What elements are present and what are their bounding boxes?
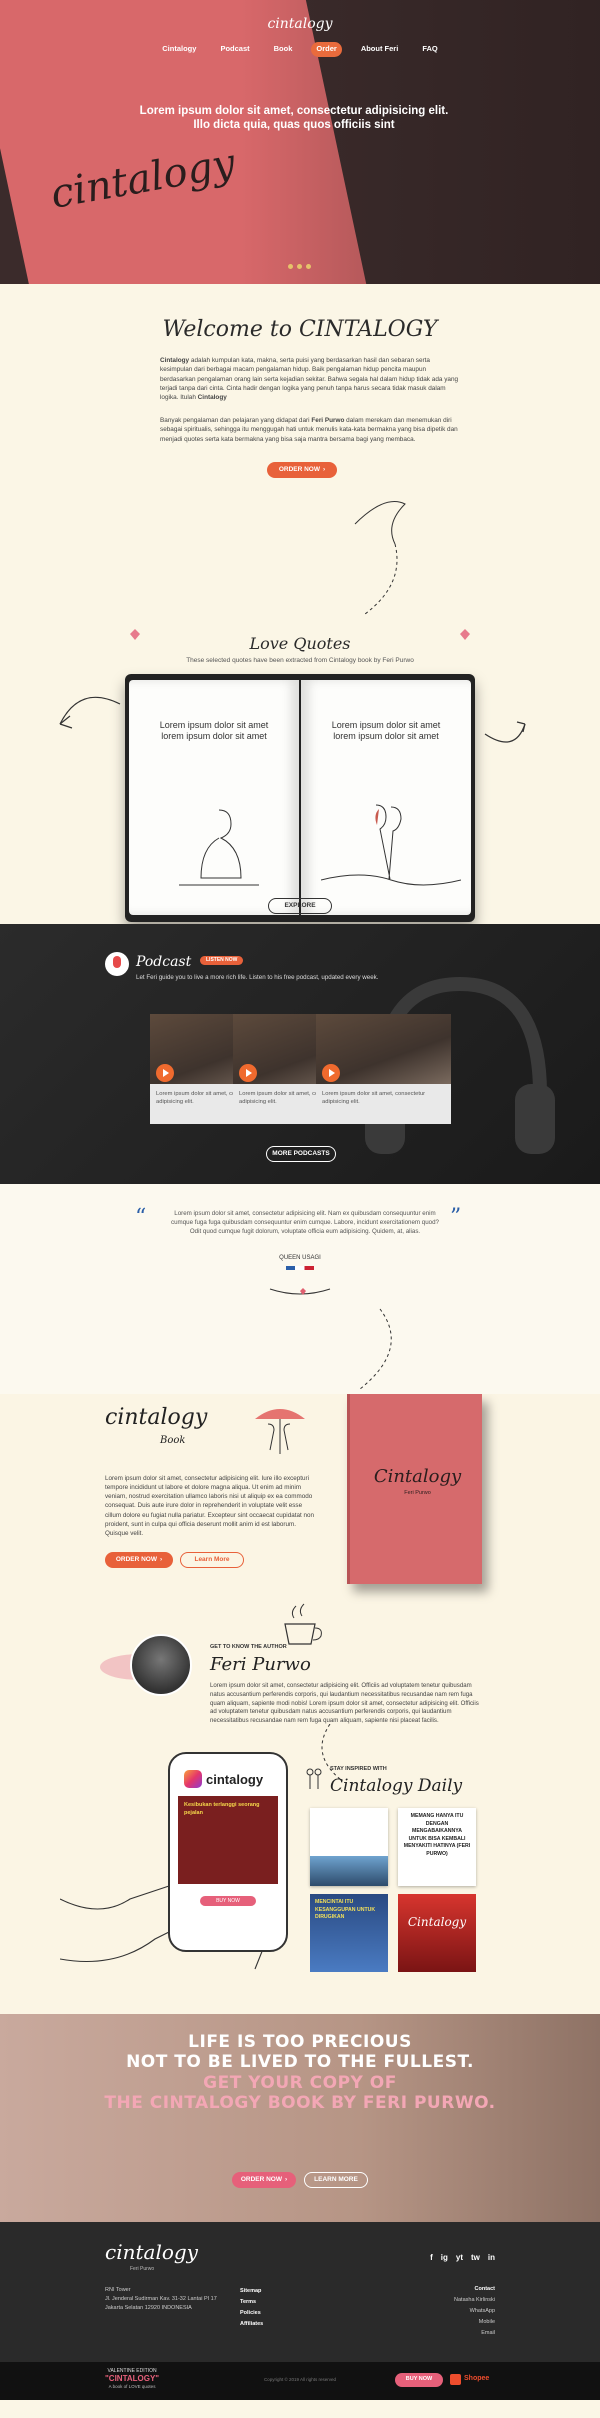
book-cover-title: Cintalogy: [373, 1466, 462, 1487]
book-description: Lorem ipsum dolor sit amet, consectetur …: [105, 1475, 314, 1537]
youtube-icon[interactable]: yt: [456, 2252, 463, 2264]
play-icon[interactable]: [156, 1064, 174, 1082]
nav-item-order[interactable]: Order: [311, 42, 342, 57]
welcome-order-button[interactable]: ORDER NOW ›: [267, 462, 337, 478]
left-page-quote: Lorem ipsum dolor sit amet lorem ipsum d…: [159, 720, 269, 741]
couple-small-icon: [306, 1768, 322, 1789]
book-order-button[interactable]: ORDER NOW ›: [105, 1552, 173, 1568]
nav-item-book[interactable]: Book: [269, 42, 298, 57]
quote-text: Lorem ipsum dolor sit amet, consectetur …: [171, 1210, 439, 1235]
arrow-right-icon: ›: [160, 1556, 163, 1564]
open-quote-icon: “: [135, 1205, 147, 1230]
flag-icon: [286, 1266, 314, 1270]
daily-tile-2[interactable]: MEMANG HANYA ITU DENGAN MENGABAIKANNYA U…: [398, 1808, 476, 1886]
phone-buy-button[interactable]: BUY NOW: [200, 1896, 256, 1906]
umbrella-couple-icon: [255, 1409, 305, 1454]
podcast-badge[interactable]: LISTEN NOW: [200, 956, 244, 966]
phone-mockup: cintalogy Kesibukan terlanggi seorang pe…: [168, 1752, 288, 1952]
daily-tile-3[interactable]: MENCINTAI ITU KESANGGUPAN UNTUK DIRUGIKA…: [310, 1894, 388, 1972]
book-cover-author: Feri Purwo: [404, 1490, 431, 1496]
book-sub: Book: [160, 1435, 186, 1446]
nav-item-cintalogy[interactable]: Cintalogy: [157, 42, 201, 57]
footer-link-sitemap[interactable]: Sitemap: [240, 2286, 263, 2297]
bottom-bar: VALENTINE EDITION "CINTALOGY" A book of …: [0, 2362, 600, 2400]
hero-headline: Lorem ipsum dolor sit amet, consectetur …: [139, 105, 449, 132]
author-bio: Lorem ipsum dolor sit amet, consectetur …: [210, 1682, 479, 1725]
nav-item-about[interactable]: About Feri: [356, 42, 404, 57]
quote-author: QUEEN USAGI: [279, 1255, 321, 1261]
linkedin-icon[interactable]: in: [488, 2252, 495, 2264]
hero-section: cintalogy Cintalogy Podcast Book Order A…: [0, 0, 600, 284]
footer-link-policies[interactable]: Policies: [240, 2308, 263, 2319]
book-right-page: Lorem ipsum dolor sit amet lorem ipsum d…: [301, 680, 471, 915]
copyright: Copyright © 2019 All rights reserved: [263, 2377, 337, 2382]
instagram-icon[interactable]: ig: [441, 2252, 448, 2264]
footer-links: Sitemap Terms Policies Affiliates: [240, 2286, 263, 2330]
open-book: Lorem ipsum dolor sit amet lorem ipsum d…: [125, 674, 475, 922]
hugging-couple-icon: [321, 804, 461, 886]
phone-post[interactable]: Kesibukan terlanggi seorang pejalan: [178, 1796, 278, 1884]
daily-kicker: STAY INSPIRED WITH: [330, 1766, 387, 1772]
author-kicker: GET TO KNOW THE AUTHOR: [210, 1644, 287, 1650]
slogan-order-button[interactable]: ORDER NOW ›: [232, 2172, 296, 2188]
love-quotes-subtitle: These selected quotes have been extracte…: [186, 657, 414, 664]
podcast-section: Podcast LISTEN NOW Let Feri guide you to…: [0, 924, 600, 1184]
daily-title: Cintalogy Daily: [330, 1776, 463, 1796]
author-name: Feri Purwo: [210, 1654, 311, 1675]
slogan-section: LIFE IS TOO PRECIOUS NOT TO BE LIVED TO …: [0, 2014, 600, 2222]
couple-sketch-icon: [179, 809, 259, 886]
book-left-page: Lorem ipsum dolor sit amet lorem ipsum d…: [129, 680, 299, 915]
daily-tile-1[interactable]: [310, 1808, 388, 1886]
welcome-paragraph-2: Banyak pengalaman dan pelajaran yang did…: [160, 417, 458, 443]
play-icon[interactable]: [322, 1064, 340, 1082]
podcast-card-3[interactable]: Lorem ipsum dolor sit amet, consectetur …: [316, 1014, 451, 1124]
more-podcasts-button[interactable]: MORE PODCASTS: [266, 1146, 336, 1162]
phone-app-name: cintalogy: [206, 1772, 264, 1787]
welcome-section: Welcome to CINTALOGY Cintalogy adalah ku…: [0, 284, 600, 924]
explore-button[interactable]: EXPLORE: [268, 898, 332, 914]
top-logo[interactable]: cintalogy: [0, 14, 600, 34]
book-logo: cintalogy: [105, 1405, 208, 1430]
close-quote-icon: ”: [450, 1205, 462, 1230]
facebook-icon[interactable]: f: [430, 2252, 433, 2264]
nav-item-faq[interactable]: FAQ: [417, 42, 442, 57]
footer-link-affiliates[interactable]: Affiliates: [240, 2319, 263, 2330]
slogan-text: LIFE IS TOO PRECIOUS NOT TO BE LIVED TO …: [104, 2032, 496, 2114]
social-icons: f ig yt tw in: [430, 2252, 495, 2264]
shopee-bag-icon: [450, 2374, 461, 2385]
microphone-icon: [105, 952, 129, 976]
arrow-right-icon: ›: [285, 2176, 288, 2184]
right-page-quote: Lorem ipsum dolor sit amet lorem ipsum d…: [331, 720, 441, 741]
carousel-dots[interactable]: [288, 264, 311, 269]
nav-item-podcast[interactable]: Podcast: [215, 42, 254, 57]
arrow-right-icon: ›: [323, 466, 326, 474]
footer-logo[interactable]: cintalogy: [105, 2238, 198, 2267]
twitter-icon[interactable]: tw: [471, 2252, 480, 2264]
footer-address: RNI Tower Jl. Jenderal Sudirman Kav. 31-…: [105, 2287, 217, 2311]
welcome-paragraph-1: Cintalogy adalah kumpulan kata, makna, s…: [160, 357, 459, 402]
footer-logo-sub: Feri Purwo: [130, 2266, 155, 2272]
book-section: cintalogy Book Lorem ipsum dolor sit ame…: [0, 1394, 600, 2014]
quote-section: “ ” Lorem ipsum dolor sit amet, consecte…: [0, 1184, 600, 1394]
main-nav: Cintalogy Podcast Book Order About Feri …: [0, 42, 600, 57]
podcast-subtitle: Let Feri guide you to live a more rich l…: [136, 974, 379, 981]
instagram-icon: [184, 1770, 202, 1788]
play-icon[interactable]: [239, 1064, 257, 1082]
love-quotes-title: Love Quotes: [249, 634, 351, 653]
author-avatar: [130, 1634, 192, 1696]
welcome-title: Welcome to CINTALOGY: [162, 317, 438, 342]
footer-link-terms[interactable]: Terms: [240, 2297, 263, 2308]
footer-contact: Contact Natasha Kirlinski WhatsApp Mobil…: [454, 2286, 495, 2336]
shopee-button[interactable]: Shopee: [450, 2374, 489, 2385]
podcast-title: Podcast: [136, 954, 192, 970]
footer: cintalogy Feri Purwo RNI Tower Jl. Jende…: [0, 2222, 600, 2362]
daily-tile-4[interactable]: Cintalogy: [398, 1894, 476, 1972]
heart-garland-decor: [269, 1288, 392, 1390]
book-learn-button[interactable]: Learn More: [180, 1552, 244, 1568]
slogan-learn-button[interactable]: LEARN MORE: [304, 2172, 368, 2188]
book-cover[interactable]: Cintalogy Feri Purwo: [347, 1394, 482, 1584]
bottom-buy-button[interactable]: BUY NOW: [395, 2373, 443, 2387]
